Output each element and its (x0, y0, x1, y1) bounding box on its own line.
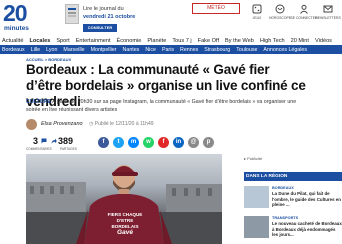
logo-number: 20 (3, 0, 28, 26)
linkedin-share-button[interactable]: in (173, 137, 184, 148)
city-nav-item-paris[interactable]: Paris (162, 47, 174, 53)
article-stats: 3 COMMENTAIRES 389 PARTAGES f t m w f in @ p (26, 136, 266, 154)
facebook-icon: f (102, 139, 105, 145)
city-nav-item-toulouse[interactable]: Toulouse (236, 47, 257, 53)
city-nav-item-montpellier[interactable]: Montpellier (91, 47, 117, 53)
nav-item-by-the-web[interactable]: By the Web (225, 38, 254, 44)
games-icon (252, 4, 262, 14)
promo-line-1: Lire le journal du (83, 6, 124, 12)
nav-item-tous-7-j[interactable]: Tous 7 j (172, 38, 191, 44)
author-avatar (26, 119, 37, 130)
email-share-button[interactable]: @ (188, 137, 199, 148)
city-nav-item-annonces-legales[interactable]: Annonces Légales (263, 47, 307, 53)
top-actions: JEUX HOROSCOPE SE CONNECTER NEWSLETTERS (246, 4, 341, 32)
logo-word: minutes (4, 25, 29, 32)
newspaper-promo[interactable]: Lire le journal du vendredi 21 octobre C… (65, 3, 175, 35)
email-icon: @ (190, 139, 197, 145)
shirt-line-3: Gavé (117, 229, 133, 236)
publish-date-text: Publié le 12/11/20 à 11h49 (94, 121, 154, 127)
shares-count: 389 (58, 136, 74, 146)
comments-count[interactable]: 3 (33, 136, 38, 146)
city-nav-item-lyon[interactable]: Lyon (46, 47, 57, 53)
city-nav-item-lille[interactable]: Lille (31, 47, 40, 53)
messenger-icon: m (130, 139, 137, 145)
story-tag: TRANSPORTS (272, 216, 299, 220)
nav-item-videos[interactable]: Vidéos (315, 38, 332, 44)
author-name[interactable]: Elsa Provenzano (41, 121, 83, 127)
mail-icon (323, 5, 333, 13)
whatsapp-share-button[interactable]: w (143, 137, 154, 148)
city-nav-item-nice[interactable]: Nice (145, 47, 156, 53)
article-photo[interactable]: FIERS CHAQUE D'ETRE BORDELAIS Gavé (26, 154, 222, 244)
city-nav-item-bordeaux[interactable]: Bordeaux (2, 47, 25, 53)
horoscope-icon (275, 4, 285, 14)
linkedin-icon: in (175, 139, 182, 145)
story-tag: BORDEAUX (272, 186, 294, 190)
flipboard-share-button[interactable]: f (158, 137, 169, 148)
lead-category[interactable]: CULTURE (26, 99, 51, 105)
story-headline: La Dune du Pilat, qui fait de l'ombre, l… (272, 191, 341, 208)
flipboard-icon: f (162, 139, 165, 145)
share-arrow-icon (51, 138, 57, 144)
nav-item-actualite[interactable]: Actualité (2, 38, 23, 44)
whatsapp-icon: w (146, 139, 151, 145)
site-header: 20 minutes Lire le journal du vendredi 2… (0, 0, 342, 37)
region-story[interactable]: TRANSPORTS Le nouveau cacheté de Bordeaux… (244, 214, 342, 242)
city-nav-item-nantes[interactable]: Nantes (123, 47, 140, 53)
nav-item-economie[interactable]: Économie (117, 38, 142, 44)
story-headline: Le nouveau cacheté de Bordeaux à Bordeau… (272, 221, 342, 238)
shirt-print: FIERS CHAQUE D'ETRE BORDELAIS Gavé (104, 212, 146, 236)
newsletters-link[interactable]: NEWSLETTERS (315, 4, 341, 24)
city-nav-item-marseille[interactable]: Marseille (63, 47, 84, 53)
weather-widget[interactable]: MÉTÉO (192, 3, 240, 14)
byline: Elsa Provenzano ◷ Publié le 12/11/20 à 1… (26, 119, 226, 131)
nav-item-20-mint[interactable]: 20 Mint (291, 38, 309, 44)
nav-item-entertainment[interactable]: Entertainment (76, 38, 111, 44)
newspaper-thumbnail (65, 4, 79, 24)
story-thumbnail (244, 216, 269, 238)
ad-label-text: Publicité (247, 156, 263, 161)
user-icon (300, 4, 308, 14)
region-story[interactable]: BORDEAUX La Dune du Pilat, qui fait de l'… (244, 184, 342, 212)
nav-item-fake-off[interactable]: Fake Off (198, 38, 219, 44)
site-logo[interactable]: 20 minutes (3, 0, 39, 34)
print-share-button[interactable]: p (203, 137, 214, 148)
twitter-share-button[interactable]: t (113, 137, 124, 148)
story-thumbnail (244, 186, 269, 208)
login-link[interactable]: SE CONNECTER (291, 4, 317, 24)
horoscope-link[interactable]: HOROSCOPE (269, 4, 291, 24)
promo-line-2: vendredi 21 octobre (83, 14, 136, 20)
nav-item-locales[interactable]: Locales (29, 38, 50, 44)
newsletters-label: NEWSLETTERS (315, 16, 341, 20)
comments-label: COMMENTAIRES (26, 147, 52, 151)
messenger-share-button[interactable]: m (128, 137, 139, 148)
city-nav: Bordeaux Lille Lyon Marseille Montpellier Nan… (0, 45, 342, 54)
primary-nav: Actualité Locales Sport Entertainment Économ… (0, 36, 342, 45)
clock-icon: ◷ (89, 121, 94, 127)
nav-item-sport[interactable]: Sport (56, 38, 69, 44)
ad-zone: ▸ Publicité (244, 104, 342, 161)
games-link[interactable]: JEUX (246, 4, 268, 24)
consult-button[interactable]: CONSULTER (83, 24, 117, 32)
shares-label: PARTAGES (60, 147, 77, 151)
city-nav-item-rennes[interactable]: Rennes (180, 47, 198, 53)
nav-item-planete[interactable]: Planète (147, 38, 166, 44)
nav-item-high-tech[interactable]: High Tech (260, 38, 285, 44)
comment-icon (41, 138, 47, 144)
publish-date: ◷ Publié le 12/11/20 à 11h49 (89, 121, 154, 127)
region-heading: DANS LA RÉGION (244, 172, 342, 181)
facebook-share-button[interactable]: f (98, 137, 109, 148)
city-nav-item-strasbourg[interactable]: Strasbourg (204, 47, 230, 53)
ad-label: ▸ Publicité (244, 156, 263, 161)
print-icon: p (206, 139, 211, 145)
twitter-icon: t (117, 139, 120, 145)
